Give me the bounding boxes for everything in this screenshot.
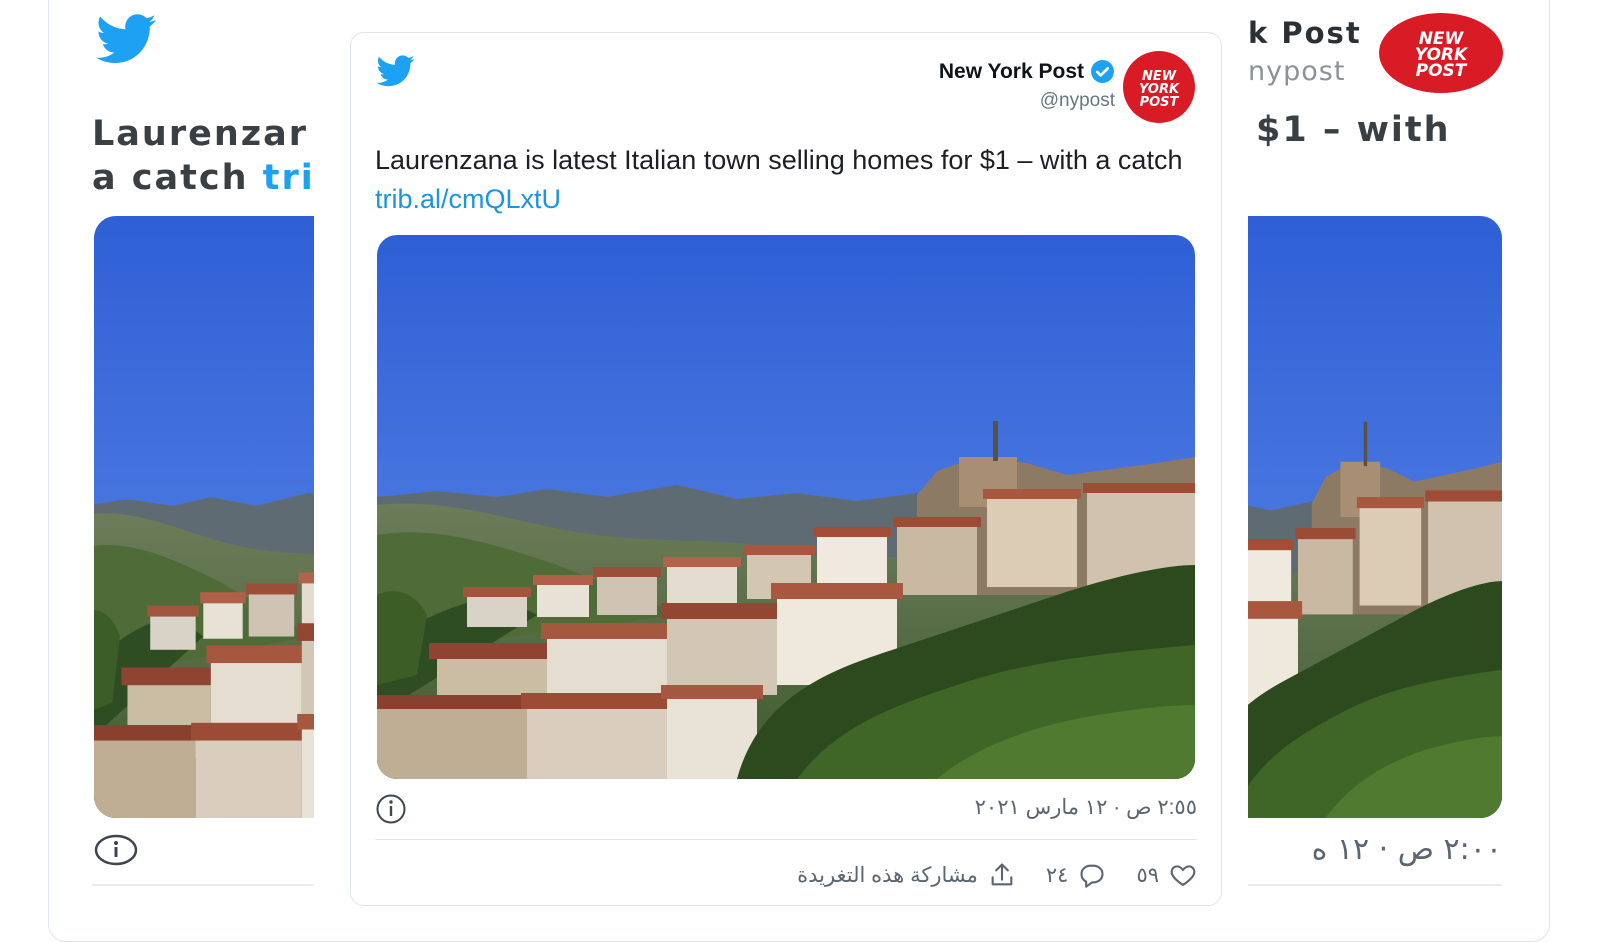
heart-icon: [1170, 865, 1196, 887]
author-handle[interactable]: @nypost: [939, 90, 1115, 112]
twitter-bird-icon[interactable]: [377, 55, 415, 87]
background-text-line: a catch tri: [92, 156, 314, 200]
background-link-fragment[interactable]: tri: [263, 158, 314, 198]
svg-text:POST: POST: [1416, 61, 1468, 81]
background-text-line: Laurenzar: [92, 114, 309, 154]
background-photo-right: [1248, 216, 1502, 818]
author-block[interactable]: New York Post @nypost: [939, 59, 1115, 112]
divider: [375, 839, 1197, 840]
author-name[interactable]: New York Post: [939, 60, 1084, 84]
background-tweet-text-right: $1 – with: [1256, 110, 1451, 150]
like-count: ٥٩: [1136, 863, 1159, 887]
background-author-name: k Post: [1248, 16, 1362, 50]
reply-button[interactable]: ٢٤: [1046, 861, 1107, 889]
tweet-body: Laurenzana is latest Italian town sellin…: [375, 145, 1183, 175]
twitter-bird-icon: [96, 14, 158, 64]
tweet-link[interactable]: trib.al/cmQLxtU: [375, 184, 561, 214]
background-divider: [92, 884, 314, 886]
tweet-timestamp[interactable]: ٢:٥٥ ص · ١٢ مارس ٢٠٢١: [975, 795, 1197, 820]
verified-badge-icon: [1091, 60, 1114, 83]
tweet-text: Laurenzana is latest Italian town sellin…: [375, 141, 1195, 219]
background-timestamp: ٢:٠٠ ص · ١٢ ه: [1311, 832, 1502, 867]
info-icon[interactable]: [94, 834, 138, 866]
reply-count: ٢٤: [1045, 863, 1069, 887]
reply-bubble-icon: [1080, 864, 1104, 888]
background-photo-left: [94, 216, 314, 818]
svg-text:POST: POST: [1140, 95, 1180, 110]
tweet-card[interactable]: New York Post @nypost NEW YORK POST Laur…: [350, 32, 1222, 906]
nypost-logo-icon: NEW YORK POST: [1379, 13, 1503, 93]
background-tweet-text-left: Laurenzar a catch tri: [92, 112, 314, 200]
like-button[interactable]: ٥٩: [1136, 861, 1197, 889]
share-button[interactable]: مشاركة هذه التغريدة: [797, 861, 1016, 889]
tweet-photo[interactable]: [377, 235, 1195, 779]
info-icon[interactable]: [375, 793, 407, 825]
avatar[interactable]: NEW YORK POST: [1123, 51, 1195, 123]
share-icon: [991, 863, 1013, 886]
background-text-fragment: a catch: [92, 158, 263, 198]
tweet-actions: ٥٩ ٢٤ مشاركة هذه التغريدة: [767, 855, 1197, 895]
author-name-row: New York Post: [939, 59, 1115, 84]
share-label: مشاركة هذه التغريدة: [797, 863, 978, 887]
background-author-handle: nypost: [1248, 56, 1346, 87]
background-divider: [1248, 884, 1502, 886]
